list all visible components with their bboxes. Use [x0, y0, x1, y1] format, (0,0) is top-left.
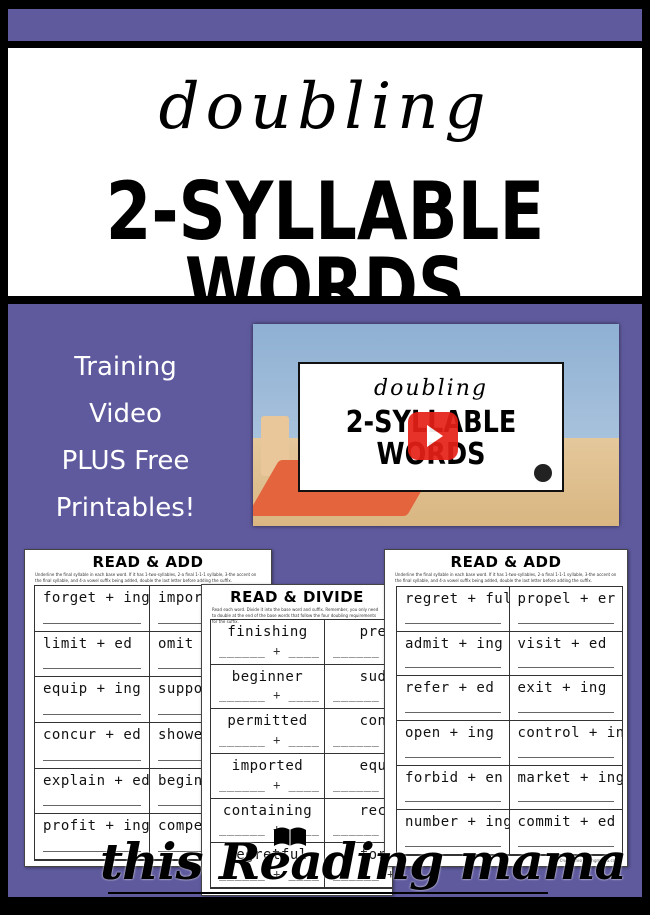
- worksheet-instructions: Underline the final syllable in each bas…: [35, 572, 257, 583]
- word-cell: explain + ed: [35, 768, 150, 815]
- word-cell: equip______ + ____: [325, 754, 392, 799]
- video-card-script: doubling: [374, 376, 488, 401]
- word-cell: propel + er: [509, 587, 622, 632]
- title-line-1: 2-SYLLABLE: [105, 165, 545, 258]
- word-cell: concur + ed: [35, 723, 150, 769]
- brand-underline: [108, 892, 548, 894]
- video-thumbnail[interactable]: doubling 2-SYLLABLE WORDS: [253, 324, 619, 526]
- worksheet-read-add-2: READ & ADD Underline the final syllable …: [384, 549, 628, 867]
- word-cell: control + ing: [509, 721, 622, 766]
- word-cell: admit + ing: [397, 631, 510, 677]
- word-cell: forget + ing: [35, 586, 150, 632]
- open-book-icon: [274, 827, 306, 846]
- worksheet-title: READ & ADD: [450, 553, 562, 571]
- word-cell: regret + ful: [397, 587, 510, 632]
- worksheet-grid: regret + ful propel + er admit + ing vis…: [396, 586, 623, 856]
- title-script-word: doubling: [158, 70, 492, 144]
- promo-line: Training: [74, 352, 177, 382]
- word-cell: exit + ing: [509, 676, 622, 721]
- word-cell: sudde______ + ____: [325, 665, 392, 710]
- main-panel: Training Video PLUS Free Printables! dou…: [8, 304, 642, 897]
- worksheet-instructions: Underline the final syllable in each bas…: [395, 572, 617, 583]
- word-cell: prefe______ + ____: [325, 620, 392, 665]
- worksheet-title: READ & DIVIDE: [230, 588, 364, 606]
- word-cell: equip + ing: [35, 677, 150, 723]
- title-banner: doubling 2-SYLLABLE WORDS: [8, 48, 642, 328]
- promo-line: Video: [89, 399, 162, 429]
- brand-logo-icon: [534, 464, 552, 482]
- brand-logo-text: this Reading mama: [100, 832, 627, 891]
- word-cell: conce______ + ____: [325, 709, 392, 754]
- word-cell: visit + ed: [509, 632, 622, 677]
- top-purple-band: [8, 9, 642, 41]
- promo-line: PLUS Free: [61, 446, 190, 476]
- worksheet-title: READ & ADD: [92, 553, 204, 571]
- word-cell: finishing ______ + ____: [211, 620, 325, 665]
- promo-text: Training Video PLUS Free Printables!: [28, 344, 223, 532]
- word-cell: market + ing: [509, 766, 622, 811]
- word-cell: permitted ______ + ____: [211, 709, 325, 754]
- word-cell: open + ing: [397, 721, 510, 766]
- word-cell: refer + ed: [397, 676, 510, 721]
- video-title-card: doubling 2-SYLLABLE WORDS: [298, 362, 564, 492]
- word-cell: limit + ed: [35, 631, 150, 678]
- word-cell: imported ______ + ____: [211, 754, 325, 799]
- youtube-play-icon[interactable]: [408, 412, 458, 460]
- promo-line: Printables!: [55, 493, 196, 523]
- word-cell: beginner ______ + ____: [211, 664, 325, 710]
- word-cell: forbid + en: [397, 765, 510, 811]
